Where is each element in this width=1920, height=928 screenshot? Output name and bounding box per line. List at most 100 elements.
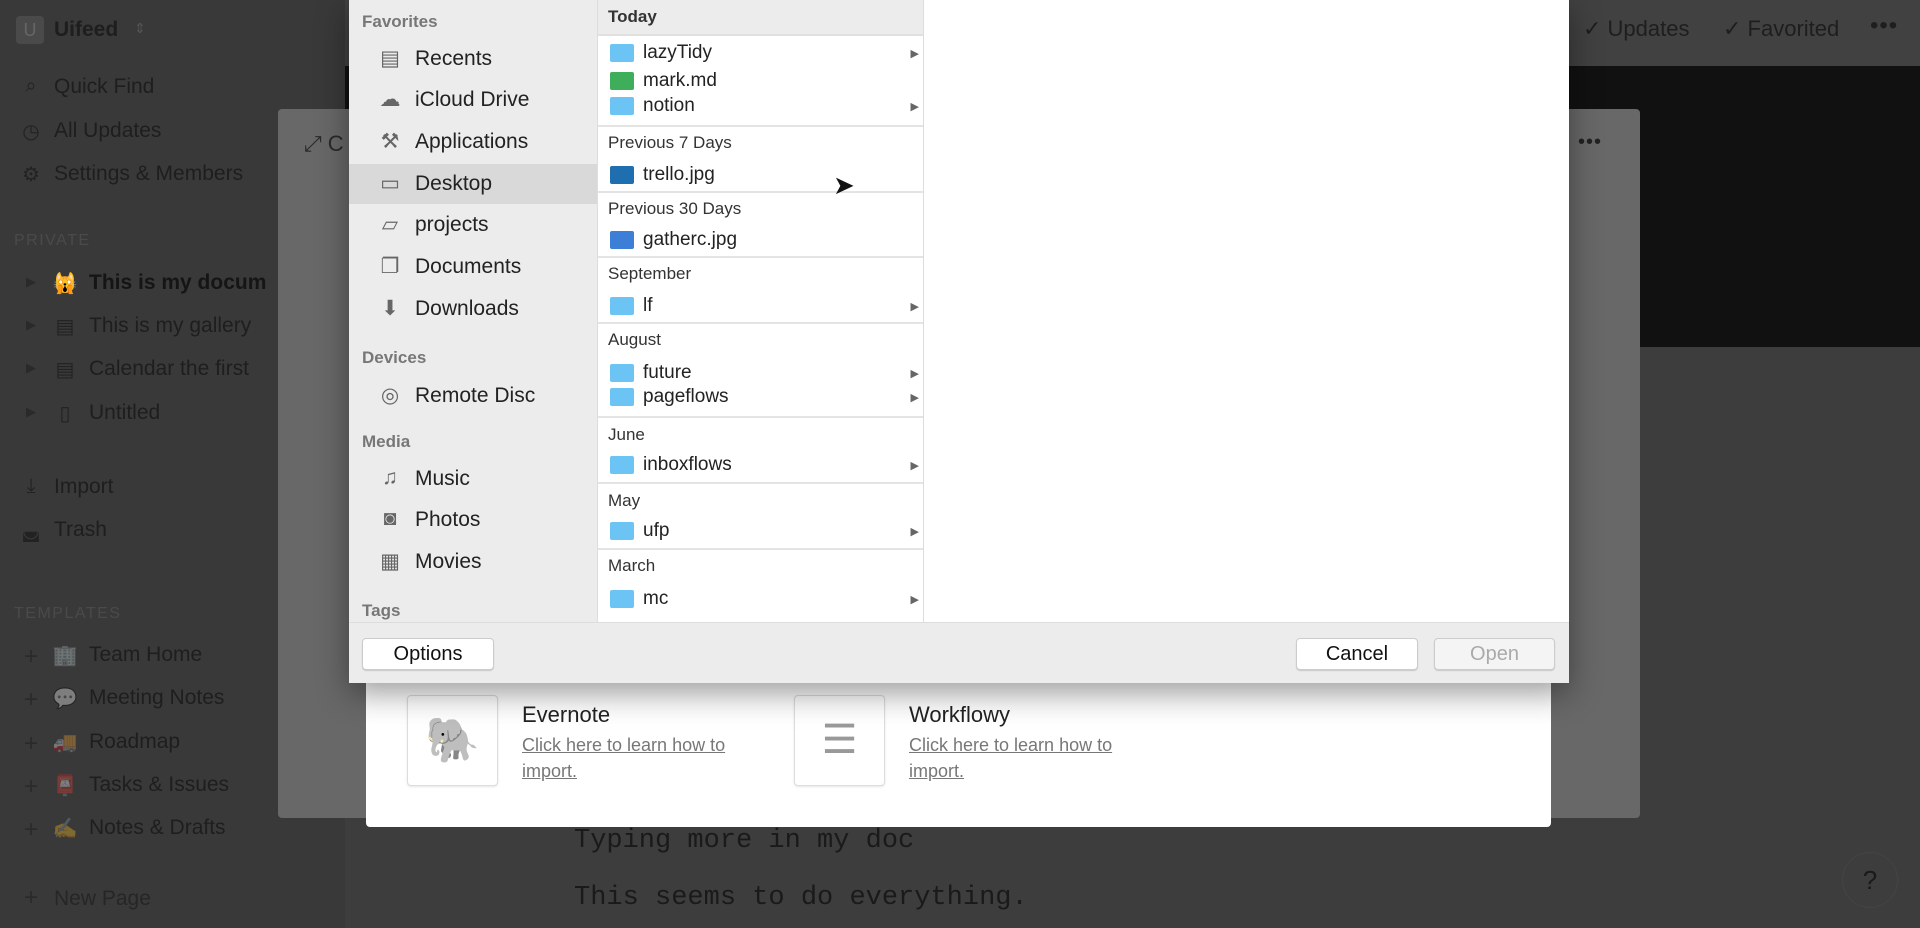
- more-icon[interactable]: •••: [1870, 12, 1898, 40]
- sidebar-location-downloads[interactable]: ⬇ Downloads: [349, 289, 597, 329]
- expand-icon[interactable]: ⤢ C: [304, 131, 344, 157]
- triangle-right-icon[interactable]: ▶: [26, 404, 36, 420]
- sidebar-location-photos[interactable]: ◙ Photos: [349, 500, 597, 540]
- group-divider: [598, 548, 923, 550]
- doc-line[interactable]: This seems to do everything.: [574, 883, 1028, 913]
- triangle-right-icon[interactable]: ▶: [26, 317, 36, 333]
- plus-icon: +: [23, 884, 38, 911]
- plus-icon[interactable]: +: [18, 816, 44, 844]
- file-row[interactable]: lazyTidy ▶: [598, 41, 923, 65]
- workspace-switcher[interactable]: Uifeed: [54, 18, 118, 42]
- workflowy-card[interactable]: ☰: [794, 695, 885, 786]
- file-row[interactable]: trello.jpg: [598, 163, 923, 187]
- date-group-header: August: [608, 330, 661, 349]
- page-label: Calendar the first: [89, 357, 249, 380]
- file-row[interactable]: notion ▶: [598, 94, 923, 118]
- file-name: notion: [643, 95, 695, 116]
- date-group-header: Previous 30 Days: [608, 199, 742, 218]
- sidebar-location-applications[interactable]: ⚒ Applications: [349, 122, 597, 162]
- disclosure-arrow-icon[interactable]: ▶: [911, 47, 919, 60]
- sidebar-location-documents[interactable]: ❐ Documents: [349, 247, 597, 287]
- source-link[interactable]: Click here to learn how to import.: [522, 732, 742, 784]
- chevron-updown-icon[interactable]: ⇕: [134, 20, 146, 37]
- file-row[interactable]: lf ▶: [598, 294, 923, 318]
- plus-icon[interactable]: +: [18, 643, 44, 671]
- group-divider: [598, 322, 923, 324]
- disclosure-arrow-icon[interactable]: ▶: [911, 100, 919, 113]
- plus-icon[interactable]: +: [18, 730, 44, 758]
- file-list[interactable]: Today lazyTidy ▶ mark.md notion ▶ Previous 7 D…: [597, 0, 924, 622]
- file-row[interactable]: ufp ▶: [598, 519, 923, 543]
- options-button[interactable]: Options: [362, 638, 494, 670]
- sidebar-item-label: Import: [54, 475, 114, 498]
- source-link[interactable]: Click here to learn how to import.: [909, 732, 1129, 784]
- file-row[interactable]: mc ▶: [598, 587, 923, 611]
- date-group-header: September: [608, 264, 692, 283]
- sidebar-location-desktop[interactable]: ▭ Desktop: [349, 164, 597, 204]
- doc-line[interactable]: Typing more in my doc: [574, 826, 914, 856]
- file-name: trello.jpg: [643, 164, 715, 185]
- disclosure-arrow-icon[interactable]: ▶: [911, 525, 919, 538]
- file-row[interactable]: gatherc.jpg: [598, 228, 923, 252]
- trash-icon: ◛: [21, 520, 41, 542]
- sidebar-item-label: Settings & Members: [54, 162, 244, 185]
- plus-icon[interactable]: +: [18, 773, 44, 801]
- location-label: projects: [415, 213, 489, 236]
- sidebar-location-movies[interactable]: ▦ Movies: [349, 542, 597, 582]
- group-divider: [598, 256, 923, 258]
- dialog-footer: Options Cancel Open: [349, 622, 1569, 683]
- location-label: Desktop: [415, 172, 493, 195]
- sidebar-item-label: Quick Find: [54, 75, 155, 98]
- file-row[interactable]: future ▶: [598, 361, 923, 385]
- date-group-header: June: [608, 425, 645, 444]
- sidebar-location-projects[interactable]: ▱ projects: [349, 205, 597, 245]
- group-divider: [598, 191, 923, 193]
- triangle-right-icon[interactable]: ▶: [26, 274, 36, 290]
- location-label: Documents: [415, 255, 522, 278]
- section-label: TEMPLATES: [14, 605, 122, 622]
- file-row[interactable]: mark.md: [598, 69, 923, 93]
- location-label: iCloud Drive: [415, 88, 530, 111]
- sidebar-location-music[interactable]: ♫ Music: [349, 459, 597, 499]
- open-button[interactable]: Open: [1434, 638, 1555, 670]
- folder-icon: [610, 456, 634, 474]
- plus-icon[interactable]: +: [18, 686, 44, 714]
- disclosure-arrow-icon[interactable]: ▶: [911, 593, 919, 606]
- template-emoji-icon: 💬: [52, 688, 78, 710]
- page-label: Untitled: [89, 401, 161, 424]
- disclosure-arrow-icon[interactable]: ▶: [911, 300, 919, 313]
- file-row[interactable]: pageflows ▶: [598, 385, 923, 409]
- triangle-right-icon[interactable]: ▶: [26, 360, 36, 376]
- folder-icon: [610, 388, 634, 406]
- applications-icon: ⚒: [380, 130, 400, 153]
- template-emoji-icon: 🚚: [52, 732, 78, 754]
- desktop-icon: ▭: [380, 172, 400, 195]
- help-button[interactable]: ?: [1842, 852, 1898, 908]
- folder-icon: [610, 364, 634, 382]
- location-label: Downloads: [415, 297, 519, 320]
- check-icon: ✓: [1583, 16, 1608, 41]
- sidebar-item-label: All Updates: [54, 119, 162, 142]
- favorited-label: Favorited: [1747, 16, 1840, 41]
- updates-button[interactable]: ✓ Updates: [1583, 16, 1690, 42]
- file-row[interactable]: inboxflows ▶: [598, 453, 923, 477]
- sidebar-location-icloud-drive[interactable]: ☁ iCloud Drive: [349, 80, 597, 120]
- source-title: Evernote: [522, 702, 611, 727]
- documents-icon: ❐: [380, 255, 400, 278]
- cancel-button[interactable]: Cancel: [1296, 638, 1418, 670]
- sidebar-location-remote-disc[interactable]: ◎ Remote Disc: [349, 376, 597, 416]
- disclosure-arrow-icon[interactable]: ▶: [911, 391, 919, 404]
- more-icon[interactable]: •••: [1578, 131, 1602, 154]
- sidebar-location-recents[interactable]: ▤ Recents: [349, 39, 597, 79]
- image-file-icon: [610, 231, 634, 249]
- music-icon: ♫: [382, 466, 398, 489]
- favorited-button[interactable]: ✓ Favorited: [1723, 16, 1839, 42]
- downloads-icon: ⬇: [381, 297, 399, 320]
- disclosure-arrow-icon[interactable]: ▶: [911, 367, 919, 380]
- file-name: inboxflows: [643, 454, 732, 475]
- disclosure-arrow-icon[interactable]: ▶: [911, 459, 919, 472]
- evernote-card[interactable]: 🐘: [407, 695, 498, 786]
- file-name: gatherc.jpg: [643, 229, 738, 250]
- template-label: Roadmap: [89, 730, 181, 753]
- file-name: pageflows: [643, 386, 729, 407]
